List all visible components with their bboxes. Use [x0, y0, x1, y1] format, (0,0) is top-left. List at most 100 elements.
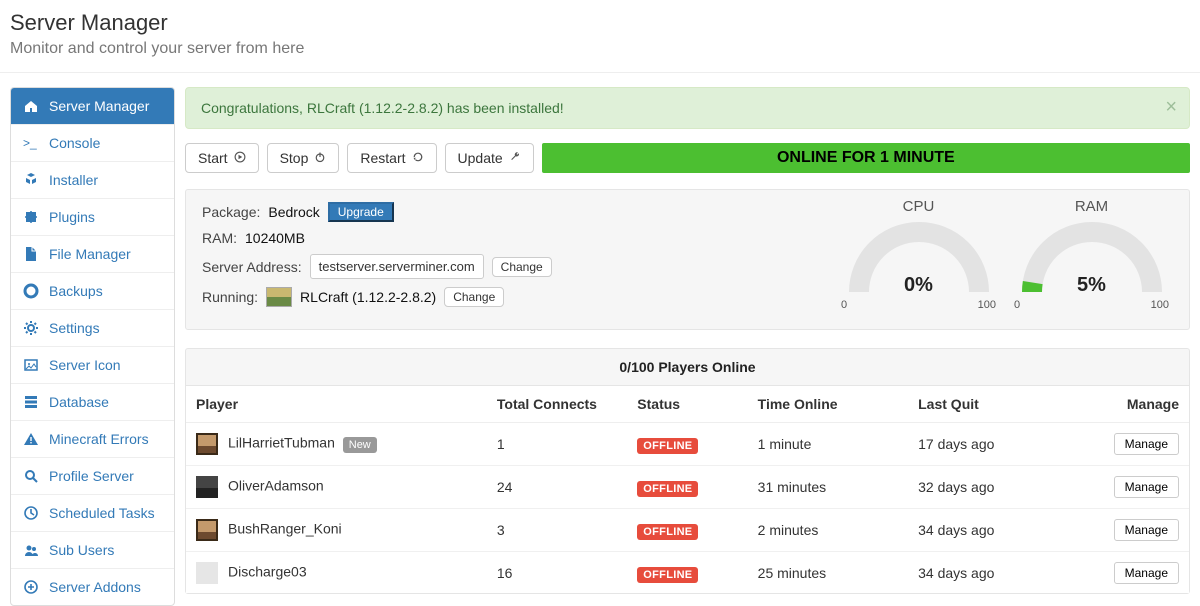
cpu-gauge-title: CPU [839, 198, 998, 215]
terminal-icon: >_ [23, 135, 39, 151]
package-label: Package: [202, 204, 260, 220]
table-row: BushRanger_Koni 3 OFFLINE 2 minutes 34 d… [186, 509, 1189, 552]
alert-close-button[interactable]: × [1165, 96, 1177, 119]
players-header: 0/100 Players Online [186, 349, 1189, 386]
sidebar-item-file-manager[interactable]: File Manager [11, 236, 174, 273]
upgrade-button[interactable]: Upgrade [328, 202, 394, 222]
player-avatar [196, 476, 218, 498]
update-button[interactable]: Update [445, 143, 534, 173]
gear-icon [23, 320, 39, 336]
running-value: RLCraft (1.12.2-2.8.2) [300, 289, 436, 305]
sidebar-item-minecraft-errors[interactable]: Minecraft Errors [11, 421, 174, 458]
manage-button[interactable]: Manage [1114, 476, 1179, 498]
sidebar-item-label: Sub Users [49, 542, 114, 558]
col-time: Time Online [748, 386, 908, 423]
server-info-panel: Package: Bedrock Upgrade RAM: 10240MB Se… [185, 189, 1190, 330]
sidebar-item-label: Minecraft Errors [49, 431, 149, 447]
col-manage: Manage [1069, 386, 1189, 423]
sidebar-item-label: Settings [49, 320, 100, 336]
manage-button[interactable]: Manage [1114, 562, 1179, 584]
player-connects: 16 [487, 552, 627, 594]
player-avatar [196, 433, 218, 455]
users-icon [23, 542, 39, 558]
player-last-quit: 34 days ago [908, 552, 1068, 594]
player-avatar [196, 519, 218, 541]
sidebar-item-profile-server[interactable]: Profile Server [11, 458, 174, 495]
online-status-bar: ONLINE FOR 1 MINUTE [542, 143, 1190, 173]
puzzle-icon [23, 209, 39, 225]
player-avatar [196, 562, 218, 584]
server-address-box[interactable]: testserver.serverminer.com [310, 254, 484, 279]
running-thumbnail [266, 287, 292, 307]
player-last-quit: 32 days ago [908, 466, 1068, 509]
sidebar-item-label: Database [49, 394, 109, 410]
ram-gauge: RAM 5% 0100 [1012, 198, 1171, 321]
players-table-scroll[interactable]: Player Total Connects Status Time Online… [186, 386, 1189, 593]
ram-gauge-title: RAM [1012, 198, 1171, 215]
warning-icon [23, 431, 39, 447]
player-name: LilHarrietTubman [228, 435, 335, 451]
sidebar-item-installer[interactable]: Installer [11, 162, 174, 199]
sidebar-item-settings[interactable]: Settings [11, 310, 174, 347]
start-button[interactable]: Start [185, 143, 259, 173]
col-last: Last Quit [908, 386, 1068, 423]
control-row: Start Stop Restart Update ONLINE FOR 1 M… [185, 143, 1190, 173]
player-time-online: 25 minutes [748, 552, 908, 594]
manage-button[interactable]: Manage [1114, 519, 1179, 541]
running-label: Running: [202, 289, 258, 305]
address-label: Server Address: [202, 259, 302, 275]
package-value: Bedrock [268, 204, 319, 220]
status-badge: OFFLINE [637, 567, 698, 583]
install-alert: Congratulations, RLCraft (1.12.2-2.8.2) … [185, 87, 1190, 129]
player-last-quit: 34 days ago [908, 509, 1068, 552]
home-icon [23, 98, 39, 114]
sidebar-item-console[interactable]: >_ Console [11, 125, 174, 162]
player-time-online: 1 minute [748, 423, 908, 466]
sidebar-item-server-manager[interactable]: Server Manager [11, 88, 174, 125]
cpu-gauge: CPU 0% 0100 [839, 198, 998, 321]
sidebar-item-plugins[interactable]: Plugins [11, 199, 174, 236]
table-row: Discharge03 16 OFFLINE 25 minutes 34 day… [186, 552, 1189, 594]
sidebar-item-label: Server Manager [49, 98, 149, 114]
install-alert-text: Congratulations, RLCraft (1.12.2-2.8.2) … [201, 100, 564, 116]
status-badge: OFFLINE [637, 481, 698, 497]
sidebar-item-scheduled-tasks[interactable]: Scheduled Tasks [11, 495, 174, 532]
manage-button[interactable]: Manage [1114, 433, 1179, 455]
sidebar-item-label: File Manager [49, 246, 131, 262]
ram-value: 10240MB [245, 230, 305, 246]
sidebar-item-label: Server Addons [49, 579, 141, 595]
sidebar-item-label: Server Icon [49, 357, 121, 373]
change-address-button[interactable]: Change [492, 257, 552, 277]
sidebar-item-label: Plugins [49, 209, 95, 225]
page-title: Server Manager [10, 10, 1190, 36]
restart-button[interactable]: Restart [347, 143, 436, 173]
page-header: Server Manager Monitor and control your … [0, 0, 1200, 73]
change-modpack-button[interactable]: Change [444, 287, 504, 307]
ram-gauge-value: 5% [1017, 274, 1167, 297]
player-time-online: 2 minutes [748, 509, 908, 552]
sidebar-item-backups[interactable]: Backups [11, 273, 174, 310]
sidebar-item-sub-users[interactable]: Sub Users [11, 532, 174, 569]
refresh-icon [412, 150, 424, 166]
status-badge: OFFLINE [637, 438, 698, 454]
plus-icon [23, 579, 39, 595]
table-row: OliverAdamson 24 OFFLINE 31 minutes 32 d… [186, 466, 1189, 509]
player-connects: 1 [487, 423, 627, 466]
players-panel: 0/100 Players Online Player Total Connec… [185, 348, 1190, 594]
file-icon [23, 246, 39, 262]
sidebar-item-database[interactable]: Database [11, 384, 174, 421]
sidebar-item-label: Console [49, 135, 100, 151]
player-name: OliverAdamson [228, 478, 324, 494]
col-connects: Total Connects [487, 386, 627, 423]
player-name: BushRanger_Koni [228, 521, 342, 537]
wrench-icon [509, 150, 521, 166]
table-row: LilHarrietTubman New 1 OFFLINE 1 minute … [186, 423, 1189, 466]
page-subtitle: Monitor and control your server from her… [10, 40, 1190, 58]
player-last-quit: 17 days ago [908, 423, 1068, 466]
player-name: Discharge03 [228, 564, 307, 580]
sidebar-item-label: Profile Server [49, 468, 134, 484]
stop-button[interactable]: Stop [267, 143, 340, 173]
player-connects: 24 [487, 466, 627, 509]
lifebuoy-icon [23, 283, 39, 299]
sidebar-item-server-icon[interactable]: Server Icon [11, 347, 174, 384]
